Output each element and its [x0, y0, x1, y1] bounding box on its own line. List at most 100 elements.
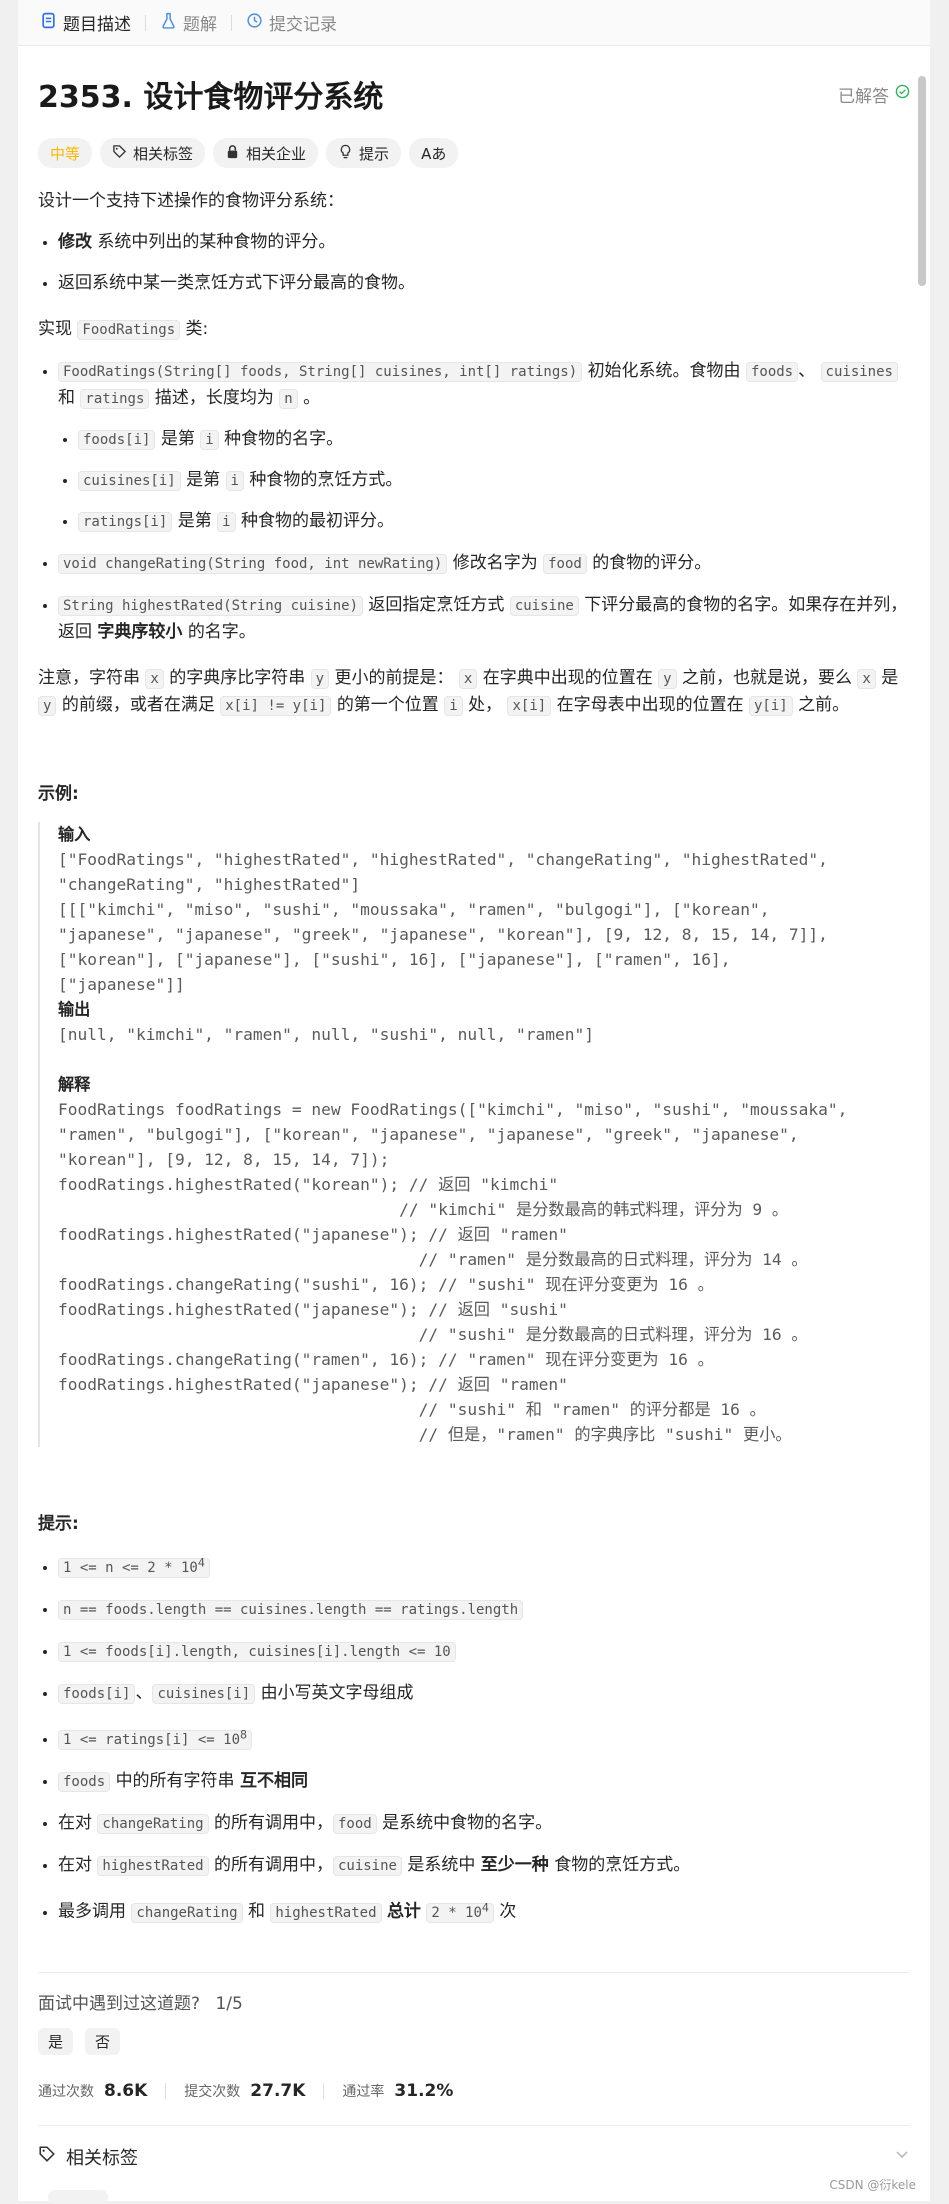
inline-code: cuisines[i]: [78, 471, 181, 491]
inline-code: n: [279, 389, 298, 409]
text: 和: [58, 388, 75, 408]
divider: [165, 2082, 167, 2099]
inline-code: y[i]: [749, 696, 793, 716]
tab-solutions-label: 题解: [183, 15, 217, 35]
tab-description[interactable]: 题目描述: [34, 10, 137, 35]
example-block: 输入 ["FoodRatings", "highestRated", "high…: [38, 822, 910, 1447]
difficulty-badge: 中等: [38, 138, 93, 168]
list-item: foods[i]、cuisines[i] 由小写英文字母组成: [58, 1680, 910, 1707]
scrollbar-thumb[interactable]: [918, 76, 926, 286]
collapsed-section-stub: [48, 2190, 108, 2204]
yes-button[interactable]: 是: [38, 2027, 74, 2055]
text: 的第一个位置: [336, 695, 439, 715]
list-item: String highestRated(String cuisine) 返回指定…: [58, 592, 910, 645]
code-text: 2 * 10: [431, 1904, 482, 1921]
tab-submissions-label: 提交记录: [269, 15, 337, 35]
output-text: [null, "kimchi", "ramen", null, "sushi",…: [58, 1025, 595, 1044]
inline-code: cuisines: [820, 362, 898, 382]
related-tags-button[interactable]: 相关标签: [100, 138, 206, 168]
tab-solutions[interactable]: 题解: [154, 10, 223, 35]
methods-list: FoodRatings(String[] foods, String[] cui…: [38, 358, 910, 645]
description-intro: 设计一个支持下述操作的食物评分系统：: [38, 191, 344, 211]
text: 面试中遇到过这道题?: [38, 1993, 201, 2014]
text: 是第: [177, 511, 212, 531]
problem-title: 2353. 设计食物评分系统: [38, 80, 384, 115]
inline-code: cuisines[i]: [152, 1683, 256, 1704]
inline-code: food: [543, 554, 587, 574]
list-item: foods 中的所有字符串 互不相同: [58, 1768, 910, 1795]
rate-label: 通过率: [342, 2083, 385, 2100]
text: 系统中列出的某种食物的评分。: [97, 232, 336, 252]
example-heading: 示例:: [38, 784, 79, 804]
constraints-heading: 提示:: [38, 1514, 79, 1534]
tab-submissions[interactable]: 提交记录: [240, 10, 343, 35]
text: 和: [247, 1901, 265, 1922]
inline-code: i: [225, 471, 244, 491]
text: 的所有调用中，: [213, 1855, 333, 1876]
inline-code: foods: [58, 1772, 111, 1793]
difficulty-label: 中等: [50, 144, 81, 163]
interview-question: 面试中遇到过这道题? 1/5: [38, 1989, 910, 2014]
input-text: ["FoodRatings", "highestRated", "highest…: [58, 850, 828, 994]
text: 处，: [468, 695, 503, 715]
lock-icon: [225, 144, 240, 163]
scrollbar[interactable]: [916, 46, 930, 2201]
inline-code: ratings[i]: [78, 512, 173, 532]
lightbulb-icon: [338, 144, 353, 163]
inline-code: void changeRating(String food, int newRa…: [58, 554, 448, 574]
bold-text: 修改: [58, 232, 92, 252]
list-item: 修改 系统中列出的某种食物的评分。: [58, 229, 910, 255]
text: 。: [303, 388, 321, 408]
tag-icon: [112, 144, 127, 163]
text: 种食物的名字。: [224, 429, 344, 449]
divider: [323, 2082, 325, 2099]
inline-code: 1 <= ratings[i] <= 108: [58, 1728, 253, 1751]
text: 是第: [160, 429, 195, 449]
solved-status: 已解答: [838, 82, 910, 107]
submissions-value: 27.7K: [250, 2080, 306, 2101]
list-item: 1 <= n <= 2 * 104: [58, 1549, 910, 1581]
progress-counter: 1/5: [215, 1993, 243, 2014]
superscript: 4: [197, 1555, 205, 1569]
no-button[interactable]: 否: [85, 2027, 121, 2055]
text: 种食物的烹饪方式。: [249, 470, 403, 490]
text: 类:: [185, 319, 209, 339]
interview-answer: 是 否: [38, 2027, 910, 2055]
check-circle-icon: [895, 84, 910, 104]
list-item: 在对 highestRated 的所有调用中，cuisine 是系统中 至少一种…: [58, 1852, 910, 1879]
list-item: void changeRating(String food, int newRa…: [58, 550, 910, 577]
related-tags-section[interactable]: 相关标签: [38, 2144, 910, 2170]
bold-text: 字典序较小: [97, 622, 183, 642]
inline-code: x: [145, 669, 164, 689]
flask-icon: [160, 12, 177, 34]
translate-button[interactable]: Aあ: [409, 138, 459, 168]
text: 的名字。: [187, 622, 256, 642]
text: 返回系统中某一类烹饪方式下评分最高的食物。: [58, 273, 415, 293]
list-item: foods[i] 是第 i 种食物的名字。: [78, 426, 910, 453]
text: 在对: [58, 1855, 92, 1876]
text: 食物的烹饪方式。: [554, 1855, 691, 1876]
watermark: CSDN @衍kele: [829, 2178, 916, 2192]
text: 最多调用: [58, 1901, 126, 1922]
rate-value: 31.2%: [394, 2080, 454, 2101]
inline-code: i: [217, 512, 236, 532]
problem-content: 2353. 设计食物评分系统 已解答 中等 相关标签 相关企业 提示 Aあ 设计…: [18, 72, 930, 2170]
text: 由小写英文字母组成: [260, 1682, 414, 1703]
text: 的前缀，或者在满足: [61, 695, 215, 715]
list-item: 1 <= ratings[i] <= 108: [58, 1722, 910, 1754]
inline-code: x: [458, 669, 478, 689]
hints-button[interactable]: 提示: [326, 138, 402, 168]
list-item: FoodRatings(String[] foods, String[] cui…: [58, 358, 910, 535]
inline-code: n == foods.length == cuisines.length == …: [58, 1599, 524, 1620]
explain-text: FoodRatings foodRatings = new FoodRating…: [58, 1100, 848, 1444]
related-companies-button[interactable]: 相关企业: [213, 138, 319, 168]
list-item: cuisines[i] 是第 i 种食物的烹饪方式。: [78, 467, 910, 494]
text: 初始化系统。食物由: [587, 361, 741, 381]
text: 中的所有字符串: [115, 1771, 235, 1792]
lexicographic-note: 注意，字符串 x 的字典序比字符串 y 更小的前提是： x 在字典中出现的位置在…: [38, 665, 910, 719]
explain-label: 解释: [58, 1075, 91, 1094]
text: 返回指定烹饪方式: [368, 595, 505, 615]
tag-row: 中等 相关标签 相关企业 提示 Aあ: [38, 138, 910, 168]
ctor-params-list: foods[i] 是第 i 种食物的名字。 cuisines[i] 是第 i 种…: [58, 426, 910, 535]
text: 在字母表中出现的位置在: [556, 695, 744, 715]
